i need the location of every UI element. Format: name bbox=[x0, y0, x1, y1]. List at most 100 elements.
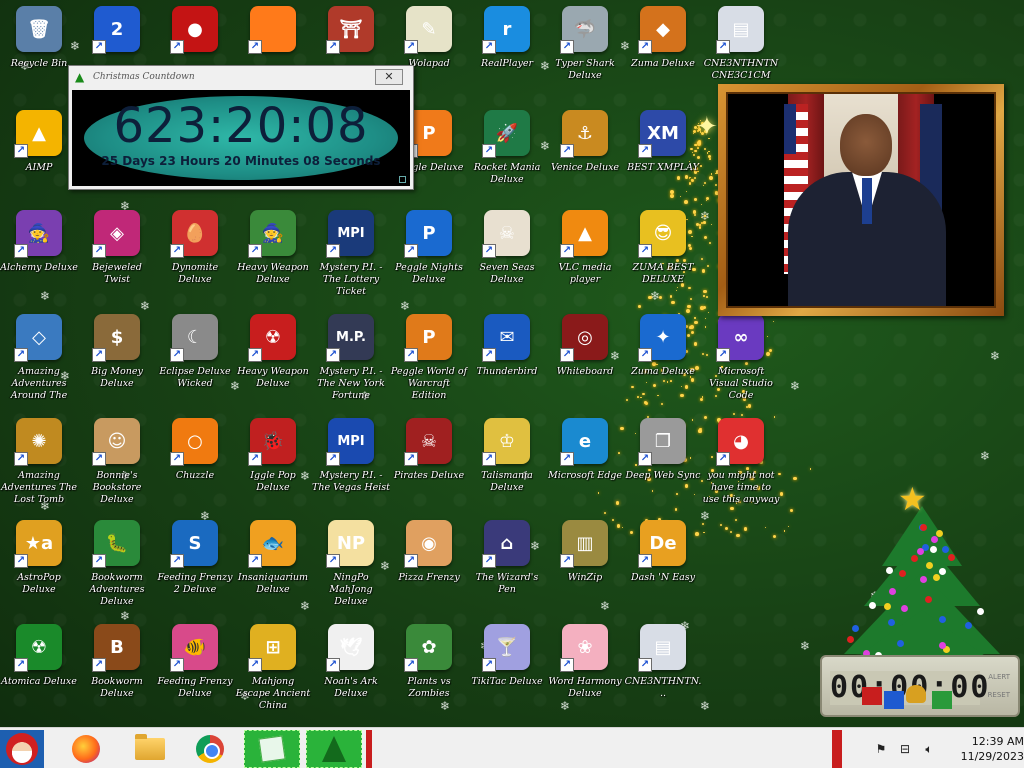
desktop-icon[interactable]: MPI ↗ Mystery P.I. - The Lottery Ticket bbox=[312, 210, 390, 310]
desktop-icon[interactable]: ◆ ↗ Zuma Deluxe bbox=[624, 6, 702, 106]
desktop-icon[interactable]: NP ↗ NingPo MahJong Deluxe bbox=[312, 520, 390, 620]
alert-label[interactable]: ALERT bbox=[988, 673, 1010, 681]
desktop-icon[interactable]: ★a ↗ AstroPop Deluxe bbox=[0, 520, 78, 620]
desktop-icon[interactable]: 🚀 ↗ Rocket Mania Deluxe bbox=[468, 110, 546, 210]
shortcut-arrow-icon: ↗ bbox=[560, 452, 574, 466]
shortcut-arrow-icon: ↗ bbox=[326, 40, 340, 54]
desktop-icon[interactable]: ⌂ ↗ The Wizard's Pen bbox=[468, 520, 546, 620]
desktop-icon[interactable]: ◈ ↗ Bejeweled Twist bbox=[78, 210, 156, 310]
taskbar-firefox[interactable] bbox=[62, 730, 110, 768]
ornament bbox=[896, 640, 904, 648]
desktop-icon[interactable]: ⚓ ↗ Venice Deluxe bbox=[546, 110, 624, 210]
desktop-icon-label: Amazing Adventures The Lost Tomb bbox=[0, 470, 78, 505]
desktop-icon[interactable]: De ↗ Dash 'N Easy bbox=[624, 520, 702, 620]
desktop-icon-label: Chuzzle bbox=[175, 470, 215, 481]
desktop-icon[interactable]: ☠ ↗ Seven Seas Deluxe bbox=[468, 210, 546, 310]
firefox-icon bbox=[72, 735, 100, 763]
digital-clock-widget[interactable]: 00:00:00 ALERT RESET bbox=[820, 655, 1020, 717]
shortcut-arrow-icon: ↗ bbox=[638, 348, 652, 362]
resize-grip[interactable] bbox=[399, 176, 406, 183]
portrait-frame[interactable] bbox=[718, 84, 1004, 316]
sparkle bbox=[708, 158, 711, 160]
desktop-icon[interactable]: 🐛 ↗ Bookworm Adventures Deluxe bbox=[78, 520, 156, 620]
desktop-icon[interactable]: ◉ ↗ Pizza Frenzy bbox=[390, 520, 468, 620]
app-icon: ⛩ ↗ bbox=[326, 6, 374, 54]
desktop-icon[interactable]: P ↗ Peggle Nights Deluxe bbox=[390, 210, 468, 310]
desktop-icon-label: Typer Shark Deluxe bbox=[555, 58, 615, 81]
desktop-icon[interactable]: B ↗ Bookworm Deluxe bbox=[78, 624, 156, 724]
taskbar-file-explorer[interactable] bbox=[126, 730, 174, 768]
countdown-time: 623:20:08 bbox=[113, 98, 369, 154]
desktop-icon-label: Noah's Ark Deluxe bbox=[324, 676, 378, 699]
desktop-icon-label: CNE3NTHNTN CNE3C1CM bbox=[703, 58, 779, 81]
desktop-icon[interactable]: ∞ ↗ Microsoft Visual Studio Code bbox=[702, 314, 780, 414]
desktop-icon[interactable]: S ↗ Feeding Frenzy 2 Deluxe bbox=[156, 520, 234, 620]
desktop-icon[interactable]: ✿ ↗ Plants vs Zombies bbox=[390, 624, 468, 724]
taskbar-notepad[interactable] bbox=[244, 730, 300, 768]
desktop-icon[interactable]: MPI ↗ Mystery P.I. - The Vegas Heist bbox=[312, 418, 390, 518]
desktop-icon[interactable]: 🗑 Recycle Bin bbox=[0, 6, 78, 106]
desktop-icon[interactable]: 🧙 ↗ Heavy Weapon Deluxe bbox=[234, 210, 312, 310]
desktop-icon[interactable]: 🕊 ↗ Noah's Ark Deluxe bbox=[312, 624, 390, 724]
desktop-icon[interactable]: 🐠 ↗ Feeding Frenzy Deluxe bbox=[156, 624, 234, 724]
desktop-icon[interactable]: ○ ↗ Chuzzle bbox=[156, 418, 234, 518]
desktop-icon[interactable]: ◕ ↗ you might not have time to use this an… bbox=[702, 418, 780, 518]
app-icon: ☠ ↗ bbox=[482, 210, 530, 258]
desktop-icon[interactable]: ☢ ↗ Heavy Weapon Deluxe bbox=[234, 314, 312, 414]
shortcut-arrow-icon: ↗ bbox=[638, 658, 652, 672]
flag-icon[interactable]: ⚑ bbox=[872, 740, 890, 758]
taskbar-clock[interactable]: 12:39 AM 11/29/2023 bbox=[950, 734, 1024, 764]
desktop-icon[interactable]: 🧙 ↗ Alchemy Deluxe bbox=[0, 210, 78, 310]
close-button[interactable]: ✕ bbox=[375, 69, 403, 85]
desktop-icon[interactable]: ◇↗ Amazing Adventures Around The World bbox=[0, 314, 78, 414]
app-icon: e ↗ bbox=[560, 418, 608, 466]
desktop-icon[interactable]: ▲ ↗ VLC media player bbox=[546, 210, 624, 310]
desktop-icon[interactable]: ▤ ↗ CNE3NTHNTN... bbox=[624, 624, 702, 724]
desktop-icon[interactable]: ☾ ↗ Eclipse Deluxe Wicked bbox=[156, 314, 234, 414]
shortcut-arrow-icon: ↗ bbox=[92, 452, 106, 466]
desktop-icon-label: you might not have time to use this anyw… bbox=[702, 470, 780, 505]
desktop-icon[interactable]: 🍸 ↗ TikiTac Deluxe bbox=[468, 624, 546, 724]
desktop-icon[interactable]: 😎 ↗ ZUMA BEST DELUXE bbox=[624, 210, 702, 310]
desktop-icon[interactable]: ✺ ↗ Amazing Adventures The Lost Tomb bbox=[0, 418, 78, 518]
desktop-icon[interactable]: ▲ ↗ AIMP bbox=[0, 110, 78, 210]
desktop-icon-label: ZUMA BEST DELUXE bbox=[632, 262, 694, 285]
desktop-icon-label: Insaniquarium Deluxe bbox=[237, 572, 309, 595]
desktop-icon[interactable]: XM ↗ BEST XMPLAY bbox=[624, 110, 702, 210]
desktop-icon[interactable]: e ↗ Microsoft Edge bbox=[546, 418, 624, 518]
desktop-icon[interactable]: ☢ ↗ Atomica Deluxe bbox=[0, 624, 78, 724]
desktop-icon[interactable]: r ↗ RealPlayer bbox=[468, 6, 546, 106]
shortcut-arrow-icon: ↗ bbox=[560, 554, 574, 568]
desktop-icon[interactable]: ✦ ↗ Zuma Deluxe bbox=[624, 314, 702, 414]
desktop-icon[interactable]: P ↗ Peggle World of Warcraft Edition bbox=[390, 314, 468, 414]
desktop-icon[interactable]: ☠ ↗ Pirates Deluxe bbox=[390, 418, 468, 518]
volume-icon[interactable]: 🔈︎ bbox=[920, 740, 938, 758]
desktop-icon[interactable]: ⊞ ↗ Mahjong Escape Ancient China bbox=[234, 624, 312, 724]
portrait-photo bbox=[726, 92, 996, 308]
desktop-icon[interactable]: ❐ ↗ Deep Web Sync bbox=[624, 418, 702, 518]
desktop-icon[interactable]: 🐞 ↗ Iggle Pop Deluxe bbox=[234, 418, 312, 518]
desktop-icon[interactable]: 🐟 ↗ Insaniquarium Deluxe bbox=[234, 520, 312, 620]
ornament bbox=[965, 621, 972, 629]
desktop-icon[interactable]: ❀ ↗ Word Harmony Deluxe bbox=[546, 624, 624, 724]
desktop-icon[interactable]: ◎ ↗ Whiteboard bbox=[546, 314, 624, 414]
countdown-widget[interactable]: ▲ Christmas Countdown ✕ 623:20:08 25 Day… bbox=[68, 65, 414, 190]
countdown-titlebar[interactable]: ▲ Christmas Countdown ✕ bbox=[69, 66, 413, 88]
reset-label[interactable]: RESET bbox=[988, 691, 1010, 699]
sparkle bbox=[736, 533, 740, 538]
start-button[interactable] bbox=[0, 730, 44, 768]
desktop-icon[interactable]: 🦈 ↗ Typer Shark Deluxe bbox=[546, 6, 624, 106]
desktop-icon[interactable]: ✉ ↗ Thunderbird bbox=[468, 314, 546, 414]
desktop-icon[interactable]: 🥚 ↗ Dynomite Deluxe bbox=[156, 210, 234, 310]
shortcut-arrow-icon: ↗ bbox=[170, 554, 184, 568]
desktop-icon[interactable]: ▥ ↗ WinZip bbox=[546, 520, 624, 620]
taskbar-chrome[interactable] bbox=[186, 730, 234, 768]
desktop-icon[interactable]: ☺ ↗ Bonnie's Bookstore Deluxe bbox=[78, 418, 156, 518]
desktop-icon[interactable]: ♔ ↗ Talismania Deluxe bbox=[468, 418, 546, 518]
shortcut-arrow-icon: ↗ bbox=[92, 348, 106, 362]
network-icon[interactable]: ⊟ bbox=[896, 740, 914, 758]
chrome-icon bbox=[196, 735, 224, 763]
desktop-icon[interactable]: $ ↗ Big Money Deluxe bbox=[78, 314, 156, 414]
desktop-icon[interactable]: M.P. ↗ Mystery P.I. - The New York Fortune bbox=[312, 314, 390, 414]
taskbar-countdown[interactable] bbox=[306, 730, 362, 768]
